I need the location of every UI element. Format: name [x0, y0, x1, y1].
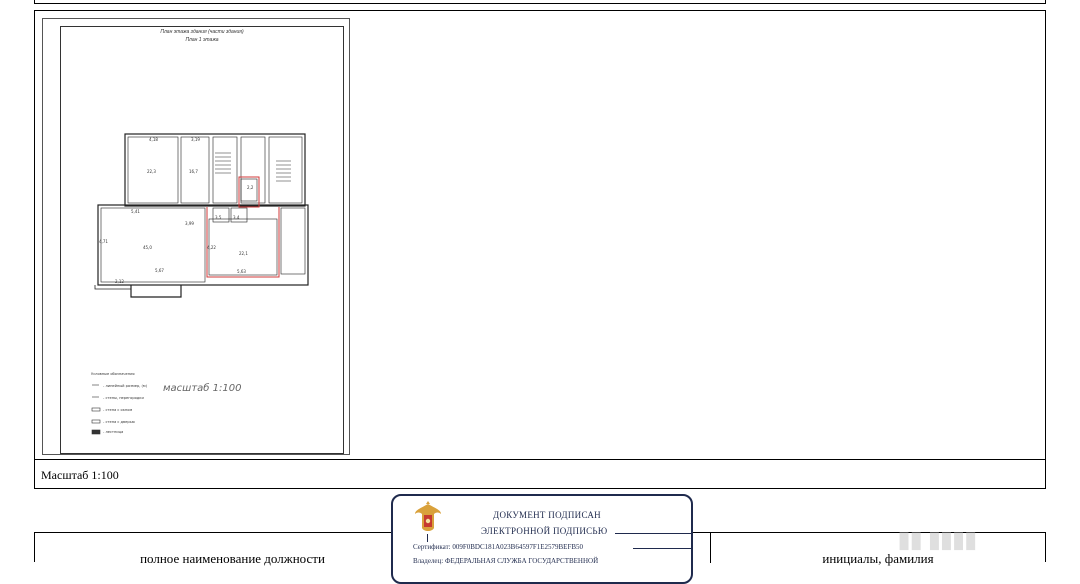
plan-scale-text: масштаб 1:100	[163, 382, 241, 394]
scale-caption: Масштаб 1:100	[41, 468, 119, 482]
room-area-4: 2,2	[247, 185, 254, 190]
top-frame-strip	[34, 0, 1046, 4]
dim-8: 5,63	[237, 269, 246, 274]
name-label: инициалы, фамилия	[822, 551, 934, 566]
legend-item-3: - стена с окном	[103, 408, 132, 412]
stamp-cert: Сертификат: 009F0BDC181A023B64597F1E2579…	[413, 543, 584, 551]
scale-caption-row: Масштаб 1:100	[34, 460, 1046, 489]
stamp-owner: Владелец: ФЕДЕРАЛЬНАЯ СЛУЖБА ГОСУДАРСТВЕ…	[413, 557, 599, 565]
dim-9: 4,22	[207, 245, 216, 250]
room-area-6: 3,5	[215, 215, 222, 220]
plan-inner-border: План этажа здания (части здания) План 1 …	[60, 26, 344, 454]
e-signature-stamp: ДОКУМЕНТ ПОДПИСАН ЭЛЕКТРОННОЙ ПОДПИСЬЮ С…	[391, 494, 693, 584]
dim-5: 4,71	[99, 239, 108, 244]
stamp-line-1: ДОКУМЕНТ ПОДПИСАН	[493, 510, 601, 520]
dim-1: 4,18	[149, 137, 158, 142]
position-label: полное наименование должности	[140, 551, 325, 566]
legend-item-1: - линейный размер, (м)	[103, 384, 148, 388]
dim-4: 3,99	[185, 221, 194, 226]
room-area-7: 3,4	[233, 215, 240, 220]
dim-6: 5,67	[155, 268, 164, 273]
room-area-2: 16,7	[189, 169, 198, 174]
dim-2: 3,19	[191, 137, 200, 142]
room-area-5: 22,1	[239, 251, 248, 256]
legend-item-5: - лестница	[103, 430, 123, 434]
emblem-icon	[415, 501, 441, 531]
signature-col-name: инициалы, фамилия	[711, 533, 1045, 566]
stamp-line-2: ЭЛЕКТРОННОЙ ПОДПИСЬЮ	[481, 526, 608, 536]
floor-plan-drawing: 22,3 16,7 45,0 2,2 22,1 3,5 3,4 4,18 3,1…	[91, 133, 309, 435]
room-area-3: 45,0	[143, 245, 152, 250]
legend-item-4: - стена с дверью	[103, 420, 135, 424]
legend-title: Условные обозначения	[91, 372, 135, 376]
watermark: ▮▮ ▮▮▮▮	[898, 527, 977, 552]
room-area-1: 22,3	[147, 169, 156, 174]
dim-3: 5,41	[131, 209, 140, 214]
dim-7: 2,12	[115, 279, 124, 284]
legend-item-2: - стены, перегородки	[103, 396, 144, 400]
